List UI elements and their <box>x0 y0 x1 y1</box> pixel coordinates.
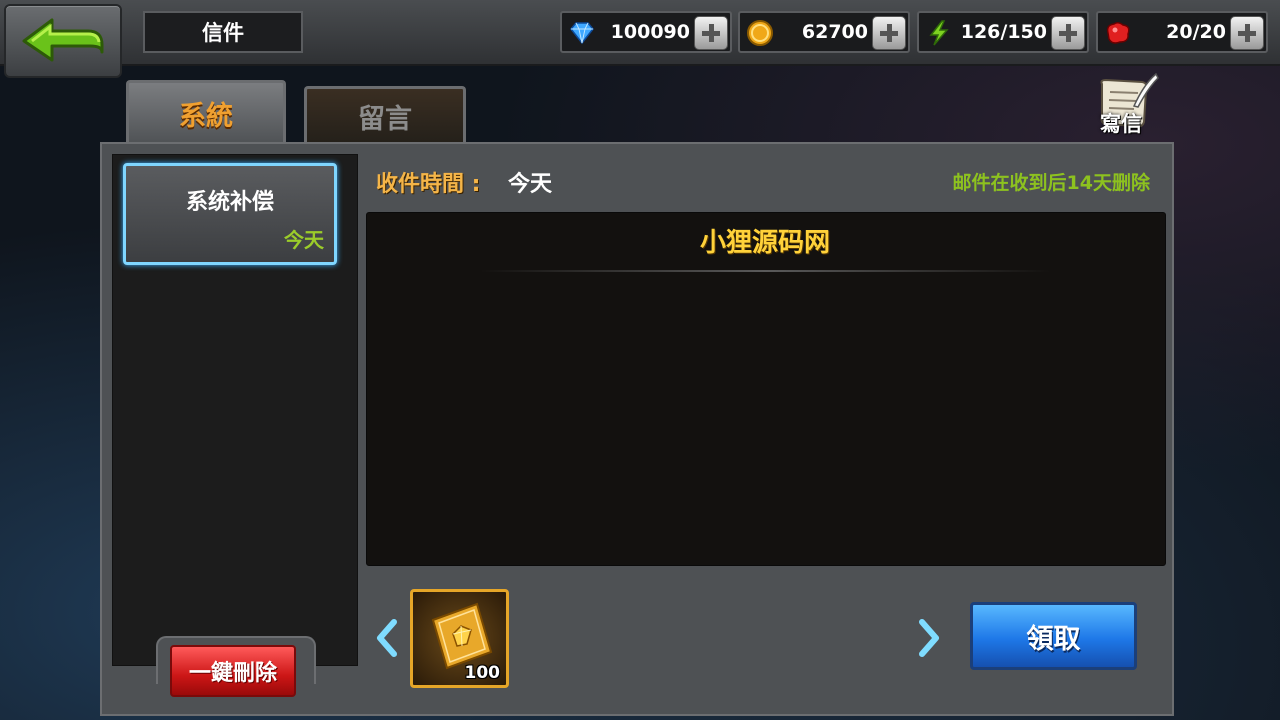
diamond-icon <box>570 22 594 45</box>
claim-button[interactable]: 領取 <box>970 602 1137 670</box>
mail-content <box>366 212 1166 566</box>
mail-item-date: 今天 <box>284 228 324 252</box>
mail-subject: 小狸源码网 <box>699 228 830 258</box>
back-button[interactable] <box>4 4 122 78</box>
write-letter-label[interactable]: 寫信 <box>1100 108 1142 138</box>
lightning-icon <box>929 20 949 46</box>
energy-value: 126/150 <box>960 21 1047 43</box>
back-arrow-icon <box>22 18 104 62</box>
add-stamina-button[interactable] <box>1230 16 1264 50</box>
resource-stamina: 20/20 <box>1096 11 1268 53</box>
page-title: 信件 <box>143 11 303 53</box>
tab-message[interactable]: 留言 <box>304 86 466 144</box>
attachment-count: 100 <box>464 663 501 683</box>
red-gem-icon <box>1106 21 1130 44</box>
mail-list-item[interactable]: 系统补偿 今天 <box>123 163 337 265</box>
chevron-right-icon[interactable] <box>916 618 944 658</box>
subject-divider <box>480 270 1050 272</box>
diamond-value: 100090 <box>610 21 690 43</box>
expire-note: 邮件在收到后14天删除 <box>952 172 1150 194</box>
delete-all-button[interactable]: 一鍵刪除 <box>170 645 296 697</box>
received-time-value: 今天 <box>508 172 553 197</box>
resource-gold: 62700 <box>738 11 910 53</box>
attachment-item[interactable]: 100 <box>410 589 509 688</box>
add-gold-button[interactable] <box>872 16 906 50</box>
gold-coin-icon <box>747 20 773 46</box>
add-diamond-button[interactable] <box>694 16 728 50</box>
received-time-label: 收件時間 : <box>376 172 481 197</box>
add-energy-button[interactable] <box>1051 16 1085 50</box>
tab-system[interactable]: 系統 <box>126 80 286 144</box>
stamina-value: 20/20 <box>1166 21 1226 43</box>
resource-diamond: 100090 <box>560 11 732 53</box>
chevron-left-icon[interactable] <box>372 618 400 658</box>
mail-item-title: 系统补偿 <box>185 190 274 215</box>
gold-value: 62700 <box>801 21 868 43</box>
resource-energy: 126/150 <box>917 11 1089 53</box>
